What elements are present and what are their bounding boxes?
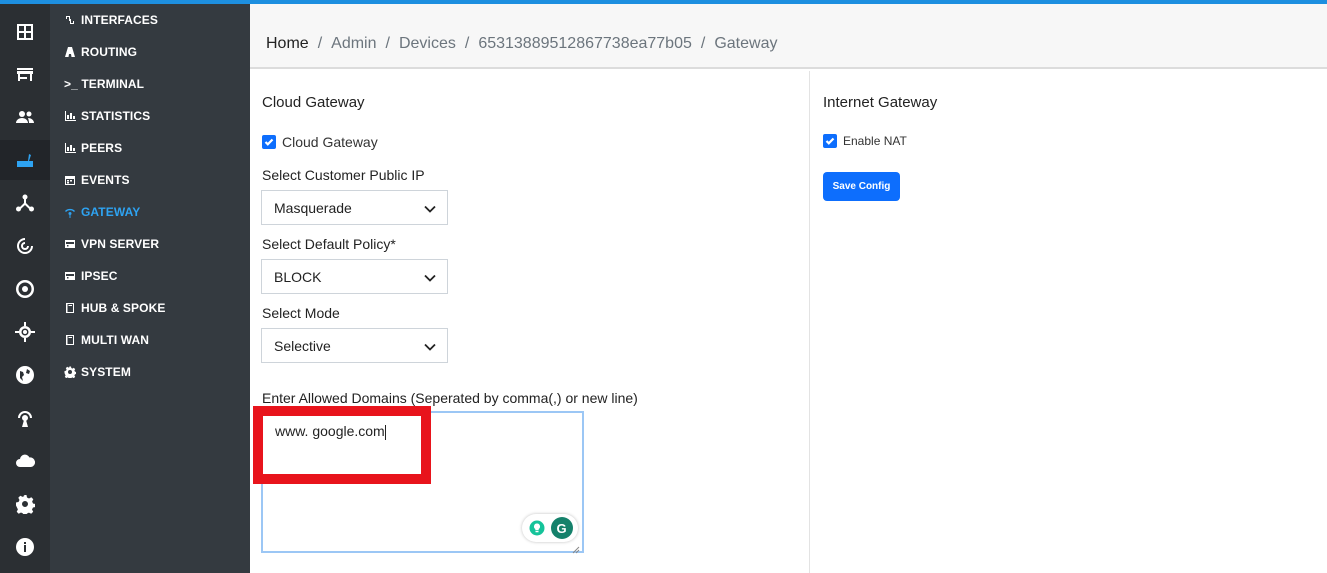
enable-nat-checkbox[interactable]: Enable NAT [823, 134, 907, 148]
gear-icon [64, 366, 77, 380]
chevron-down-icon [423, 271, 437, 283]
mode-label: Select Mode [262, 305, 340, 321]
broadcast-icon[interactable] [0, 398, 50, 438]
sidebar-item-multi-wan[interactable]: MULTI WAN [64, 330, 149, 350]
public-ip-select[interactable]: Masquerade [261, 190, 448, 225]
grammarly-widget[interactable]: G [522, 514, 578, 542]
book-icon [64, 302, 76, 314]
sidebar-item-routing[interactable]: ROUTING [64, 42, 137, 62]
mode-select[interactable]: Selective [261, 328, 448, 363]
sidebar-item-label: SYSTEM [81, 365, 131, 379]
public-ip-value: Masquerade [274, 199, 352, 216]
mode-value: Selective [274, 337, 331, 354]
target-icon[interactable] [0, 269, 50, 309]
radar-icon[interactable] [0, 226, 50, 266]
checkbox-checked-icon[interactable] [262, 135, 276, 149]
sidebar-item-system[interactable]: SYSTEM [64, 362, 131, 382]
breadcrumb-device-id[interactable]: 65313889512867738ea77b05 [478, 35, 692, 53]
info-icon[interactable] [0, 527, 50, 567]
chevron-down-icon [423, 202, 437, 214]
default-policy-select[interactable]: BLOCK [261, 259, 448, 294]
sidebar-item-label: INTERFACES [81, 13, 159, 27]
breadcrumb-separator: / [317, 35, 323, 52]
calendar-icon [64, 174, 76, 186]
save-config-button[interactable]: Save Config [823, 172, 900, 201]
wifi-icon [64, 206, 76, 218]
breadcrumb-home[interactable]: Home [266, 35, 309, 53]
sidebar: INTERFACES ROUTING >_ TERMINAL STATISTIC… [50, 4, 250, 573]
allowed-domains-label: Enter Allowed Domains (Seperated by comm… [262, 390, 638, 406]
network-icon[interactable] [0, 183, 50, 223]
sidebar-item-interfaces[interactable]: INTERFACES [64, 10, 158, 30]
sidebar-item-terminal[interactable]: >_ TERMINAL [64, 74, 144, 94]
icon-rail [0, 4, 50, 573]
checkbox-checked-icon[interactable] [823, 134, 837, 148]
router-icon[interactable] [0, 140, 50, 180]
settings-icon[interactable] [0, 484, 50, 524]
sidebar-item-label: STATISTICS [81, 109, 151, 123]
sidebar-item-label: VPN SERVER [81, 237, 160, 251]
breadcrumb-separator: / [700, 35, 706, 52]
sidebar-item-peers[interactable]: PEERS [64, 138, 122, 158]
sidebar-item-label: EVENTS [81, 173, 130, 187]
lightbulb-icon[interactable] [527, 519, 546, 537]
cloud-icon[interactable] [0, 441, 50, 481]
enable-nat-label: Enable NAT [843, 134, 907, 148]
breadcrumb-separator: / [464, 35, 470, 52]
default-policy-label: Select Default Policy* [262, 236, 396, 252]
sidebar-item-hub-spoke[interactable]: HUB & SPOKE [64, 298, 165, 318]
internet-gateway-title: Internet Gateway [823, 94, 938, 111]
link-icon [64, 14, 76, 26]
default-policy-value: BLOCK [274, 268, 322, 285]
cloud-gateway-title: Cloud Gateway [262, 94, 365, 111]
public-ip-label: Select Customer Public IP [262, 167, 425, 183]
highlight-box [253, 406, 431, 484]
store-icon[interactable] [0, 54, 50, 94]
breadcrumb-gateway: Gateway [714, 35, 778, 52]
resize-handle-icon[interactable] [572, 541, 580, 554]
sidebar-item-label: IPSEC [81, 269, 118, 283]
sidebar-item-events[interactable]: EVENTS [64, 170, 130, 190]
globe-icon[interactable] [0, 355, 50, 395]
cloud-gateway-checkbox-label: Cloud Gateway [282, 134, 378, 150]
chevron-down-icon [423, 340, 437, 352]
cloud-gateway-checkbox[interactable]: Cloud Gateway [262, 134, 378, 150]
crosshair-icon[interactable] [0, 312, 50, 352]
bar-chart-icon [64, 110, 76, 122]
sidebar-item-label: >_ TERMINAL [64, 77, 145, 91]
sidebar-item-label: GATEWAY [81, 205, 141, 219]
server-icon [64, 238, 76, 250]
breadcrumb-separator: / [385, 35, 390, 52]
dashboard-icon[interactable] [0, 12, 50, 52]
sidebar-item-label: PEERS [81, 141, 123, 155]
users-icon[interactable] [0, 97, 50, 137]
book-icon [64, 334, 76, 346]
breadcrumb-devices[interactable]: Devices [399, 35, 456, 53]
bar-chart-icon [64, 142, 76, 154]
road-icon [64, 46, 76, 58]
breadcrumb-admin[interactable]: Admin [331, 35, 376, 53]
sidebar-item-label: HUB & SPOKE [81, 301, 166, 315]
sidebar-item-vpn-server[interactable]: VPN SERVER [64, 234, 159, 254]
grammarly-icon[interactable]: G [550, 517, 573, 539]
sidebar-item-gateway[interactable]: GATEWAY [64, 202, 140, 222]
breadcrumb: Home / Admin / Devices / 653138895128677… [266, 35, 777, 53]
cloud-gateway-panel: Cloud Gateway Cloud Gateway Select Custo… [250, 71, 810, 573]
sidebar-item-statistics[interactable]: STATISTICS [64, 106, 150, 126]
sidebar-item-label: MULTI WAN [81, 333, 149, 347]
server-icon [64, 270, 76, 282]
internet-gateway-panel: Internet Gateway Enable NAT Save Config [811, 71, 1327, 573]
sidebar-item-ipsec[interactable]: IPSEC [64, 266, 118, 286]
page-header: Home / Admin / Devices / 653138895128677… [250, 4, 1327, 69]
sidebar-item-label: ROUTING [81, 45, 138, 59]
